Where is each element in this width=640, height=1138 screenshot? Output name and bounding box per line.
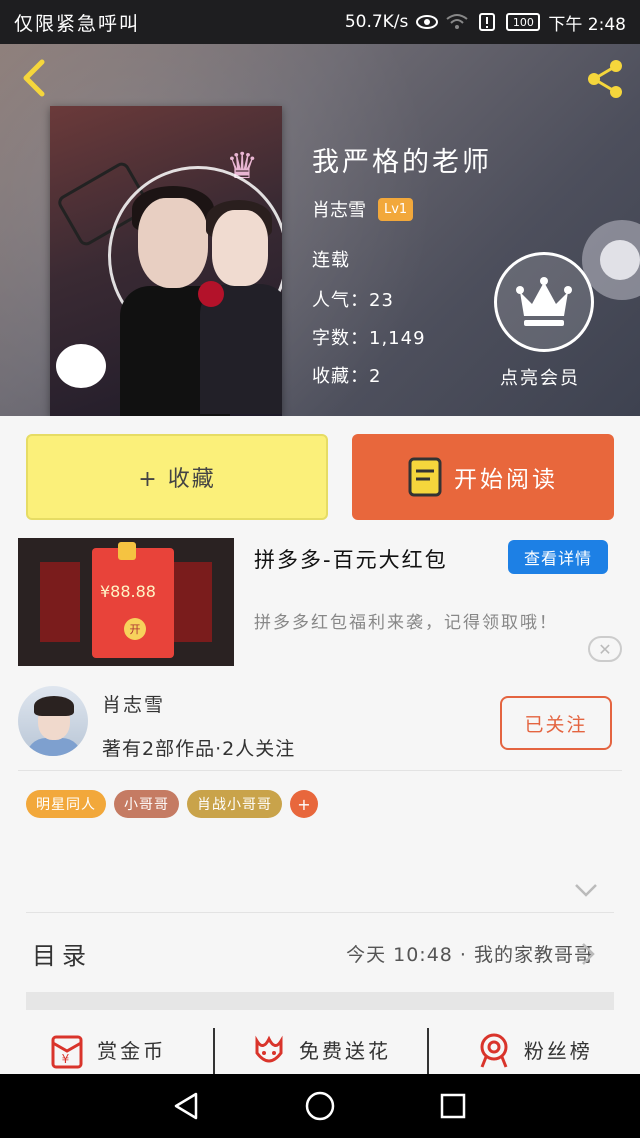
tag-list: 明星同人 小哥哥 肖战小哥哥 + xyxy=(26,790,318,818)
author-name[interactable]: 肖志雪 xyxy=(102,690,165,717)
ad-close-icon[interactable]: ✕ xyxy=(588,636,622,662)
send-flower-label: 免费送花 xyxy=(298,1038,391,1063)
circle-home-icon xyxy=(305,1091,335,1121)
tag-chip[interactable]: 小哥哥 xyxy=(114,790,179,818)
start-reading-label: 开始阅读 xyxy=(454,467,558,493)
vip-label: 点亮会员 xyxy=(500,368,580,389)
book-favorites: 收藏：2 xyxy=(312,362,381,388)
ad-image[interactable]: ¥88.88 开 xyxy=(18,538,234,666)
book-popularity: 人气：23 xyxy=(312,286,394,312)
ad-side-card xyxy=(172,562,212,642)
cover-rose xyxy=(198,281,224,307)
square-recents-icon xyxy=(441,1093,466,1119)
nav-home-button[interactable] xyxy=(300,1086,340,1126)
crown-icon xyxy=(516,277,572,326)
book-header: ♛ 我严格的老师 肖志雪 Lv1 连载 人气：23 字数：1,149 收藏：2 … xyxy=(0,44,640,416)
book-word-count: 字数：1,149 xyxy=(312,324,426,350)
cover-face-right xyxy=(212,210,268,286)
book-status: 连载 xyxy=(312,250,350,271)
ad-side-card xyxy=(40,562,80,642)
follow-button[interactable]: 已关注 xyxy=(500,696,612,750)
cover-face-left xyxy=(138,198,208,288)
status-icons: 50.7K/s 100 下午 2:48 xyxy=(345,10,626,35)
gift-icon xyxy=(118,542,136,560)
send-flower-button[interactable]: 免费送花 xyxy=(213,1024,426,1078)
divider xyxy=(26,912,614,913)
reward-coins-label: 赏金币 xyxy=(97,1038,167,1063)
reward-coins-button[interactable]: ¥ 赏金币 xyxy=(0,1024,213,1074)
book-title: 我严格的老师 xyxy=(312,147,492,178)
cover-sticker xyxy=(56,344,106,388)
fan-ranking-label: 粉丝榜 xyxy=(523,1038,593,1063)
nav-recents-button[interactable] xyxy=(433,1086,473,1126)
system-nav-bar xyxy=(0,1074,640,1138)
carrier-text: 仅限紧急呼叫 xyxy=(14,12,141,35)
author-stats: 著有2部作品·2人关注 xyxy=(102,738,296,760)
tag-chip[interactable]: 肖战小哥哥 xyxy=(187,790,282,818)
level-badge: Lv1 xyxy=(378,197,414,221)
vip-crown-button[interactable] xyxy=(494,252,594,352)
ad-detail-button[interactable]: 查看详情 xyxy=(508,540,608,574)
avatar-shoulders xyxy=(26,738,82,756)
battery-icon: 100 xyxy=(506,13,541,31)
popularity-label: 人气： xyxy=(312,290,369,311)
favorites-value: 2 xyxy=(369,366,382,387)
add-tag-button[interactable]: + xyxy=(290,790,318,818)
chevron-down-icon[interactable] xyxy=(574,882,598,898)
fan-ranking-button[interactable]: 粉丝榜 xyxy=(426,1024,640,1078)
ad-amount: ¥88.88 xyxy=(100,582,156,601)
sim-alert-icon xyxy=(479,13,496,31)
back-arrow-icon[interactable] xyxy=(16,58,52,98)
section-separator xyxy=(26,992,614,1010)
network-speed: 50.7K/s xyxy=(344,12,409,32)
clock: 下午 2:48 xyxy=(548,14,626,35)
ad-open-badge: 开 xyxy=(124,618,146,640)
collect-button[interactable]: + 收藏 xyxy=(26,434,328,520)
ad-red-envelope xyxy=(92,548,174,658)
tag-chip[interactable]: 明星同人 xyxy=(26,790,106,818)
avatar-hair xyxy=(34,696,74,716)
latest-chapter[interactable]: 今天 10:48 · 我的家教哥哥 xyxy=(346,940,594,967)
author-row: 肖志雪 Lv1 xyxy=(312,196,414,222)
eye-comfort-icon xyxy=(416,15,439,29)
start-reading-button[interactable]: 开始阅读 xyxy=(352,434,614,520)
book-icon xyxy=(408,457,442,497)
favorites-label: 收藏： xyxy=(312,366,369,387)
svg-text:¥: ¥ xyxy=(62,1052,73,1066)
red-envelope-icon: ¥ xyxy=(51,1035,83,1069)
toc-label[interactable]: 目录 xyxy=(32,936,92,971)
ad-description: 拼多多红包福利来袭，记得领取哦！ xyxy=(254,613,558,633)
book-cover[interactable]: ♛ xyxy=(50,106,282,416)
words-value: 1,149 xyxy=(369,328,426,349)
words-label: 字数： xyxy=(312,328,369,349)
wifi-icon xyxy=(446,14,469,29)
ad-title[interactable]: 拼多多-百元大红包 xyxy=(254,544,448,574)
popularity-value: 23 xyxy=(369,290,394,311)
share-icon[interactable] xyxy=(582,56,628,102)
medal-icon xyxy=(480,1033,508,1068)
nav-back-button[interactable] xyxy=(167,1086,207,1126)
chevron-right-icon[interactable] xyxy=(580,942,596,966)
triangle-back-icon xyxy=(174,1092,197,1120)
bottom-actions: ¥ 赏金币 免费送花 粉丝榜 xyxy=(0,1024,640,1078)
divider xyxy=(18,770,622,771)
flower-icon xyxy=(255,1035,283,1063)
author-avatar[interactable] xyxy=(18,686,88,756)
status-bar: 仅限紧急呼叫 50.7K/s 100 下午 2:48 xyxy=(0,0,640,44)
book-author[interactable]: 肖志雪 xyxy=(312,196,366,222)
